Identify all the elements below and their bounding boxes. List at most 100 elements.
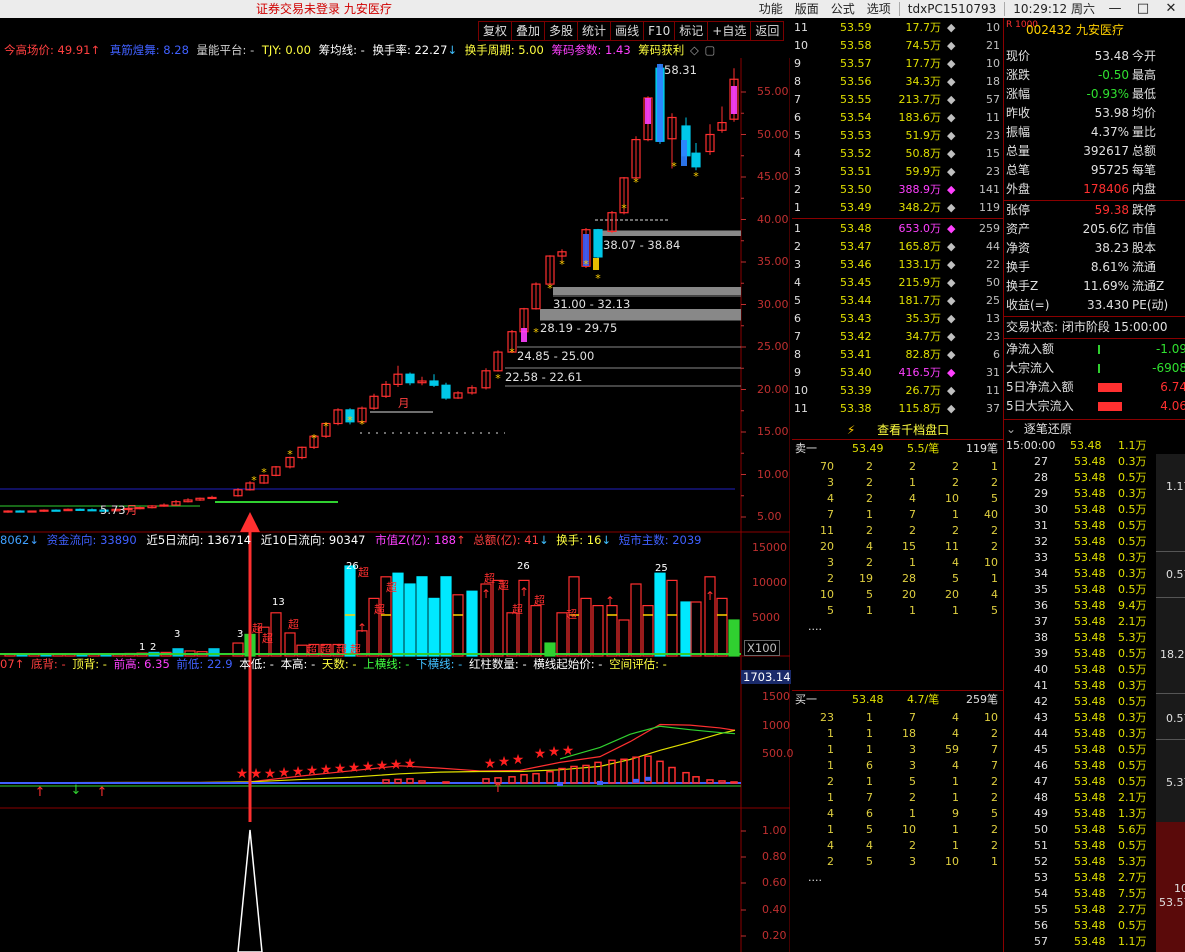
tick-seconds: 33 — [1034, 551, 1048, 564]
menu-item-function[interactable]: 功能 — [753, 0, 789, 18]
bid-level-row[interactable]: 11 53.38 115.8万 ◆ 37 — [792, 400, 1003, 418]
queue-cell: 4 — [866, 540, 873, 553]
ask-level-row[interactable]: 1 53.49 348.2万 ◆ 119 — [792, 199, 1003, 217]
bottom-div-label: 底背: - — [30, 657, 66, 671]
queue-cell: 1 — [952, 791, 959, 804]
collapse-icon[interactable]: ⌄ — [1006, 422, 1016, 436]
fundamental-value: 33.430 — [1087, 298, 1129, 312]
chao-marker: 超 — [358, 566, 369, 579]
overlay-button[interactable]: 叠加 — [511, 21, 545, 41]
ask-level-row[interactable]: 8 53.56 34.3万 ◆ 18 — [792, 73, 1003, 91]
level-diamond-icon: ◆ — [947, 258, 956, 271]
menu-item-formula[interactable]: 公式 — [825, 0, 861, 18]
sell-queue-row: 70 2 2 2 1 — [792, 459, 1002, 475]
thousand-depth-link[interactable]: ⚡ 查看千档盘口 — [792, 420, 1004, 440]
ask-level-row[interactable]: 11 53.59 17.7万 ◆ 10 — [792, 19, 1003, 37]
level-orders: 37 — [986, 402, 1000, 415]
fund-bar — [680, 601, 692, 657]
ask-level-row[interactable]: 10 53.58 74.5万 ◆ 21 — [792, 37, 1003, 55]
bid-level-row[interactable]: 10 53.39 26.7万 ◆ 11 — [792, 382, 1003, 400]
level-diamond-icon: ◆ — [947, 111, 956, 124]
level-orders: 31 — [986, 366, 1000, 379]
maximize-icon[interactable]: □ — [1129, 0, 1157, 18]
queue-cell: 5 — [866, 823, 873, 836]
multi-stock-button[interactable]: 多股 — [544, 21, 578, 41]
tick-row: 31 53.48 0.5万 — [1006, 518, 1166, 534]
ind-blue-mark — [633, 778, 639, 783]
mark-button[interactable]: 标记 — [674, 21, 708, 41]
bid-level-row[interactable]: 4 53.45 215.9万 ◆ 50 — [792, 274, 1003, 292]
bid-level-row[interactable]: 5 53.44 181.7万 ◆ 25 — [792, 292, 1003, 310]
close-icon[interactable]: ✕ — [1157, 0, 1185, 18]
fund-bars: ↑ ↑ ↑ ↑ ↑ — [0, 565, 741, 657]
ask-level-row[interactable]: 5 53.53 51.9万 ◆ 23 — [792, 127, 1003, 145]
bid-level-row[interactable]: 1 53.48 653.0万 ◆ 259 — [792, 220, 1003, 238]
bid-level-row[interactable]: 8 53.41 82.8万 ◆ 6 — [792, 346, 1003, 364]
tick-header[interactable]: ⌄ 逐笔还原 — [1004, 419, 1185, 437]
fund-bar — [666, 579, 678, 657]
level-volume: 59.9万 — [905, 165, 942, 178]
menu-item-options[interactable]: 选项 — [861, 0, 897, 18]
queue-cell: 28 — [902, 572, 916, 585]
fundamental-value: 38.23 — [1094, 241, 1129, 255]
fund-10day-label: 近10日流向: 90347 — [260, 533, 366, 547]
tick-price: 53.48 — [1074, 919, 1106, 932]
panel-close-icon[interactable]: ▢ — [704, 43, 715, 57]
candle-body — [405, 373, 415, 384]
ask-level-row[interactable]: 3 53.51 59.9万 ◆ 23 — [792, 163, 1003, 181]
fund-count-label: 13 — [272, 597, 285, 608]
indicator-value-badge: 1703.14 — [741, 670, 791, 684]
chao-marker: 超 — [262, 632, 273, 645]
asterisk-marker: * — [347, 414, 353, 427]
bid-level-row[interactable]: 3 53.46 133.1万 ◆ 22 — [792, 256, 1003, 274]
back-button[interactable]: 返回 — [750, 21, 785, 41]
tick-price: 53.48 — [1074, 903, 1106, 916]
tick-price: 53.48 — [1074, 935, 1106, 948]
indicator-tick-label: 1500 — [762, 690, 790, 703]
level-volume: 17.7万 — [905, 57, 942, 70]
ind-bar — [442, 781, 450, 784]
ind-blue-mark — [557, 781, 563, 786]
f10-button[interactable]: F10 — [643, 21, 675, 41]
queue-cell: 2 — [866, 476, 873, 489]
queue-cell: 1 — [866, 508, 873, 521]
fund-bar — [580, 597, 592, 657]
info-divider — [1004, 338, 1185, 339]
fundamental-value: 59.38 — [1094, 203, 1129, 217]
restore-rights-button[interactable]: 复权 — [478, 21, 512, 41]
bid-level-row[interactable]: 2 53.47 165.8万 ◆ 44 — [792, 238, 1003, 256]
ind-bar — [382, 779, 390, 784]
asterisk-marker: * — [671, 160, 677, 173]
bid-level-row[interactable]: 6 53.43 35.3万 ◆ 13 — [792, 310, 1003, 328]
tick-price: 53.48 — [1074, 679, 1106, 692]
queue-cell: 1 — [909, 604, 916, 617]
quote-row: 涨幅 -0.93% 最低 — [1004, 85, 1185, 104]
level-index: 11 — [794, 402, 808, 415]
ask-level-row[interactable]: 9 53.57 17.7万 ◆ 10 — [792, 55, 1003, 73]
menu-item-layout[interactable]: 版面 — [789, 0, 825, 18]
tick-price: 53.48 — [1074, 535, 1106, 548]
sell-queue-price: 53.49 — [852, 442, 884, 455]
add-watchlist-button[interactable]: +自选 — [707, 21, 751, 41]
star-marker: ★ — [334, 761, 347, 777]
ask-level-row[interactable]: 2 53.50 388.9万 ◆ 141 — [792, 181, 1003, 199]
candle-body — [691, 152, 701, 168]
ask-level-row[interactable]: 4 53.52 50.8万 ◆ 15 — [792, 145, 1003, 163]
queue-cell: 1 — [909, 556, 916, 569]
statistics-button[interactable]: 统计 — [577, 21, 611, 41]
level-price: 53.38 — [840, 402, 872, 415]
ask-level-row[interactable]: 7 53.55 213.7万 ◆ 57 — [792, 91, 1003, 109]
chao-marker: 超 — [306, 643, 317, 656]
bid-level-row[interactable]: 9 53.40 416.5万 ◆ 31 — [792, 364, 1003, 382]
ind-blue-mark — [597, 780, 603, 785]
tick-seconds: 28 — [1034, 471, 1048, 484]
ask-level-row[interactable]: 6 53.54 183.6万 ◆ 11 — [792, 109, 1003, 127]
price-tick-label: 25.00 — [757, 340, 789, 353]
queue-cell: 4 — [991, 588, 998, 601]
minimize-icon[interactable]: — — [1101, 0, 1129, 18]
tick-volume: 1.1万 — [1118, 439, 1147, 452]
settings-icon[interactable]: ◇ — [690, 43, 699, 57]
draw-line-button[interactable]: 画线 — [610, 21, 644, 41]
bid-level-row[interactable]: 7 53.42 34.7万 ◆ 23 — [792, 328, 1003, 346]
star-marker: ★ — [512, 752, 525, 768]
